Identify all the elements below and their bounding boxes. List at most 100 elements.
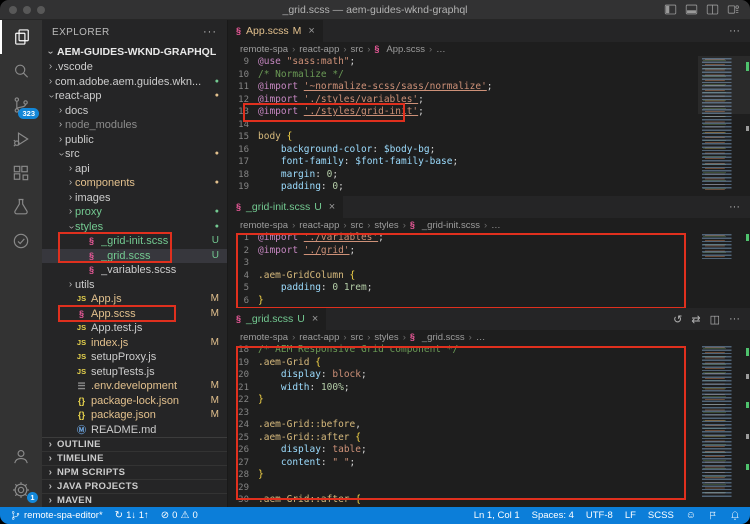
sidebar-section-timeline[interactable]: ›TIMELINE (42, 452, 227, 466)
breadcrumb-file[interactable]: _grid.scss (422, 332, 465, 343)
more-actions-icon[interactable]: ··· (729, 313, 740, 325)
remote-explorer-icon[interactable] (708, 510, 718, 521)
tree-item-images[interactable]: ›images (42, 191, 227, 206)
minimap-slider[interactable] (698, 56, 750, 114)
tree-item--grid-init-scss[interactable]: §_grid-init.scssU (42, 234, 227, 249)
language-mode[interactable]: SCSS (648, 510, 674, 521)
tree-item--grid-scss[interactable]: §_grid.scssU (42, 249, 227, 264)
chevron-right-icon (76, 263, 85, 278)
close-icon[interactable]: × (312, 313, 318, 325)
problems-item[interactable]: ⊘ 0 ⚠ 0 (161, 510, 198, 521)
run-debug-icon[interactable] (0, 122, 42, 156)
eol-sequence[interactable]: LF (625, 510, 636, 521)
maximize-window-icon[interactable] (37, 6, 45, 14)
search-icon[interactable] (0, 54, 42, 88)
indentation[interactable]: Spaces: 4 (532, 510, 574, 521)
tree-item-components[interactable]: ›components● (42, 176, 227, 191)
breadcrumb-file[interactable]: App.scss (386, 44, 425, 55)
feedback-icon[interactable]: ☺ (686, 511, 696, 521)
tree-item-com-adobe-aem-guides-wkn-[interactable]: ›com.adobe.aem.guides.wkn...● (42, 75, 227, 90)
encoding[interactable]: UTF-8 (586, 510, 613, 521)
sidebar-section-java-projects[interactable]: ›JAVA PROJECTS (42, 480, 227, 494)
minimap[interactable] (698, 232, 750, 308)
tree-item-proxy[interactable]: ›proxy● (42, 205, 227, 220)
tree-item-setuptests-js[interactable]: JSsetupTests.js (42, 365, 227, 380)
tree-item-package-lock-json[interactable]: {}package-lock.jsonM (42, 394, 227, 409)
project-root-row[interactable]: › AEM-GUIDES-WKND-GRAPHQL (42, 44, 227, 60)
tree-item--vscode[interactable]: ›.vscode (42, 60, 227, 75)
code-editor[interactable]: 18192021222324252627282930/* AEM Respons… (228, 344, 750, 507)
history-icon[interactable]: ↺ (673, 313, 682, 326)
tree-item-src[interactable]: ›src● (42, 147, 227, 162)
minimize-window-icon[interactable] (23, 6, 31, 14)
tab--grid-init-scss[interactable]: §_grid-init.scssU× (228, 196, 344, 218)
close-icon[interactable]: × (329, 201, 335, 213)
tree-item-app-scss[interactable]: §App.scssM (42, 307, 227, 322)
breadcrumb-item[interactable]: react-app (299, 220, 339, 231)
more-actions-icon[interactable]: ··· (729, 201, 740, 213)
explorer-more-actions-icon[interactable]: ··· (203, 26, 217, 38)
line-number: 19 (228, 181, 249, 194)
code-editor[interactable]: 1234567@import './variables';@import './… (228, 232, 750, 308)
split-editor-icon[interactable]: ◫ (710, 313, 720, 326)
branch-item[interactable]: remote-spa-editor* (10, 510, 103, 521)
tree-item-setupproxy-js[interactable]: JSsetupProxy.js (42, 350, 227, 365)
toggle-sidebar-icon[interactable] (664, 3, 677, 16)
accounts-icon[interactable] (0, 439, 42, 473)
tree-item-public[interactable]: ›public (42, 133, 227, 148)
tree-item-react-app[interactable]: ›react-app● (42, 89, 227, 104)
toggle-secondary-sidebar-icon[interactable] (706, 3, 719, 16)
tree-item--env-development[interactable]: ☰.env.developmentM (42, 379, 227, 394)
tree-item-package-json[interactable]: {}package.jsonM (42, 408, 227, 423)
tree-item-app-js[interactable]: JSApp.jsM (42, 292, 227, 307)
minimap[interactable] (698, 56, 750, 196)
code-editor[interactable]: 910111213141516171819@use "sass:math";/*… (228, 56, 750, 196)
breadcrumb-file[interactable]: _grid-init.scss (422, 220, 480, 231)
breadcrumb-item[interactable]: src (351, 332, 364, 343)
close-icon[interactable]: × (308, 25, 314, 37)
breadcrumb-symbols[interactable]: … (491, 220, 501, 231)
breadcrumb-item[interactable]: remote-spa (240, 332, 288, 343)
task-check-icon[interactable] (0, 224, 42, 258)
tab-app-scss[interactable]: §App.scssM× (228, 20, 324, 42)
breadcrumb-item[interactable]: styles (374, 220, 398, 231)
tree-item-readme-md[interactable]: ⓂREADME.md (42, 423, 227, 438)
sidebar-section-maven[interactable]: ›MAVEN (42, 494, 227, 507)
breadcrumb-item[interactable]: remote-spa (240, 220, 288, 231)
cursor-position[interactable]: Ln 1, Col 1 (474, 510, 520, 521)
toggle-panel-icon[interactable] (685, 3, 698, 16)
tree-item-label: com.adobe.aem.guides.wkn... (55, 75, 201, 90)
breadcrumb-symbols[interactable]: … (436, 44, 446, 55)
breadcrumb-item[interactable]: src (351, 220, 364, 231)
explorer-icon[interactable] (0, 20, 42, 54)
breadcrumb-item[interactable]: react-app (299, 332, 339, 343)
notifications-bell-icon[interactable] (730, 510, 740, 521)
tree-item-index-js[interactable]: JSindex.jsM (42, 336, 227, 351)
tree-item-styles[interactable]: ›styles● (42, 220, 227, 235)
tree-item-utils[interactable]: ›utils (42, 278, 227, 293)
breadcrumb-item[interactable]: src (351, 44, 364, 55)
breadcrumb-item[interactable]: styles (374, 332, 398, 343)
extensions-icon[interactable] (0, 156, 42, 190)
close-window-icon[interactable] (9, 6, 17, 14)
more-actions-icon[interactable]: ··· (729, 25, 740, 37)
test-beaker-icon[interactable] (0, 190, 42, 224)
sidebar-section-outline[interactable]: ›OUTLINE (42, 438, 227, 452)
tree-item-node-modules[interactable]: ›node_modules (42, 118, 227, 133)
breadcrumb-symbols[interactable]: … (476, 332, 486, 343)
breadcrumb-item[interactable]: remote-spa (240, 44, 288, 55)
tab--grid-scss[interactable]: §_grid.scssU× (228, 308, 327, 330)
tree-item-app-test-js[interactable]: JSApp.test.js (42, 321, 227, 336)
customize-layout-icon[interactable] (727, 3, 740, 16)
tree-item--variables-scss[interactable]: §_variables.scss (42, 263, 227, 278)
tree-item-docs[interactable]: ›docs (42, 104, 227, 119)
minimap[interactable] (698, 344, 750, 507)
editor-groups: §App.scssM×···remote-spa›react-app›src›§… (228, 20, 750, 507)
breadcrumb-item[interactable]: react-app (299, 44, 339, 55)
sync-item[interactable]: ↻ 1↓ 1↑ (115, 510, 149, 521)
settings-gear-icon[interactable]: 1 (0, 473, 42, 507)
source-control-icon[interactable]: 323 (0, 88, 42, 122)
tree-item-api[interactable]: ›api (42, 162, 227, 177)
compare-icon[interactable]: ⇄ (691, 313, 700, 326)
sidebar-section-npm-scripts[interactable]: ›NPM SCRIPTS (42, 466, 227, 480)
